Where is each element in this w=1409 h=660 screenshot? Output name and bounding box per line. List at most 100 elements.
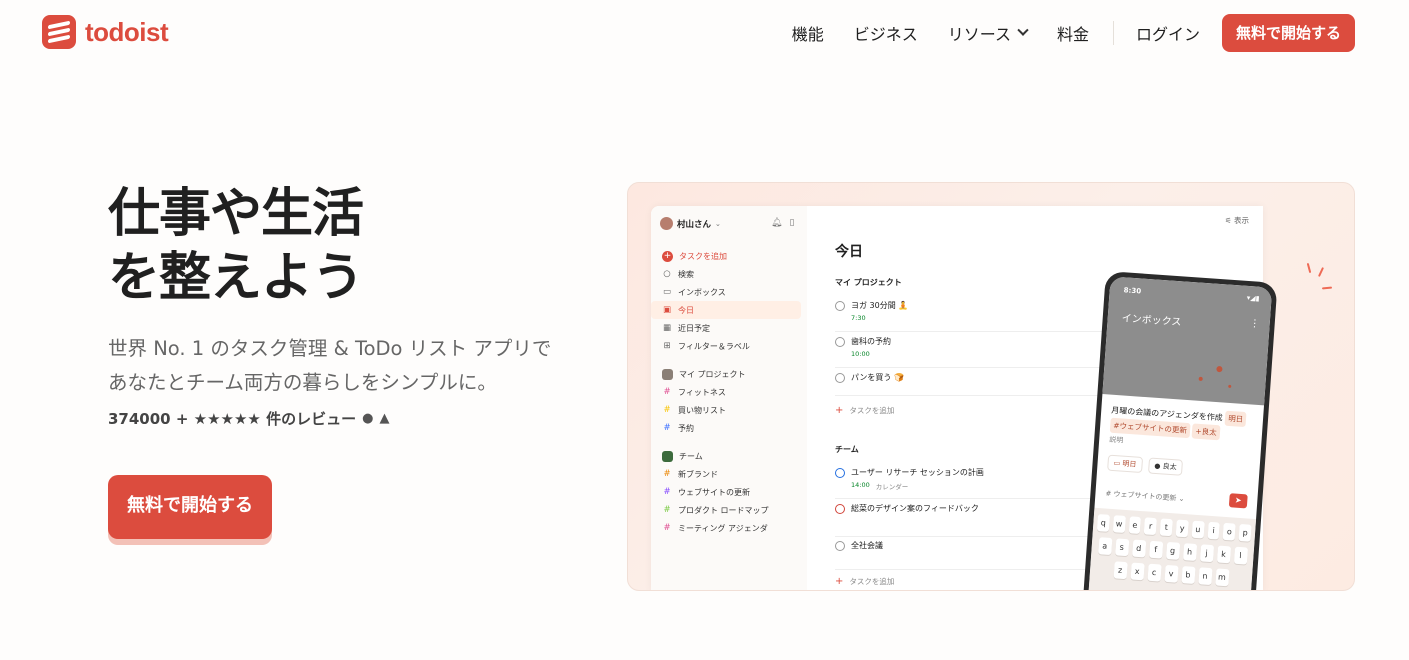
task-row[interactable]: パンを買う 🍞	[835, 372, 1135, 396]
task-row[interactable]: ヨガ 30分間 🧘 7:30	[835, 300, 1135, 332]
task-name: 総菜のデザイン案のフィードバック	[851, 504, 979, 513]
keyboard-key[interactable]: s	[1114, 538, 1129, 557]
sidebar-item-upcoming[interactable]: ▦ 近日予定	[651, 319, 801, 337]
nav-features[interactable]: 機能	[792, 21, 824, 45]
keyboard-key[interactable]: a	[1097, 537, 1112, 556]
task-checkbox[interactable]	[835, 540, 845, 551]
sidebar-project[interactable]: # 新ブランド	[651, 465, 801, 483]
keyboard-key[interactable]: i	[1207, 521, 1221, 540]
site-header: todoist 機能 ビジネス リソース 料金 ログイン 無料で開始する	[0, 0, 1409, 66]
date-chip[interactable]: ▭ 明日	[1107, 454, 1143, 473]
user-menu[interactable]: 村山さん ⌄	[660, 217, 721, 230]
keyboard-key[interactable]: g	[1165, 541, 1180, 560]
keyboard-key[interactable]: v	[1163, 564, 1179, 583]
phone-mockup: 8:30 ▾◢▮ インボックス ⋮ 月曜の会議のアジェンダを作成 明日 #ウェブ…	[1082, 271, 1278, 590]
keyboard-key[interactable]: f	[1148, 540, 1163, 559]
task-checkbox[interactable]	[835, 336, 845, 347]
page-title: 今日	[835, 244, 863, 260]
sidebar-item-label: 新ブランド	[678, 469, 718, 479]
assignee-chip[interactable]: ● 良太	[1147, 457, 1184, 476]
sidebar-project[interactable]: # ウェブサイトの更新	[651, 483, 801, 501]
keyboard-key[interactable]: m	[1214, 568, 1229, 587]
keyboard-key[interactable]: o	[1222, 522, 1236, 541]
keyboard-key[interactable]: c	[1147, 563, 1162, 582]
keyboard-key[interactable]: w	[1112, 515, 1126, 533]
task-name: 歯科の予約	[851, 337, 891, 346]
keyboard-key[interactable]: h	[1182, 543, 1197, 561]
add-task-button[interactable]: + タスクを追加	[835, 405, 894, 416]
inbox-icon: ▭	[662, 287, 672, 297]
keyboard-key[interactable]: l	[1233, 546, 1248, 565]
task-checkbox[interactable]	[835, 467, 845, 478]
nav-business[interactable]: ビジネス	[854, 21, 918, 45]
keyboard-key[interactable]: x	[1130, 562, 1145, 581]
hash-icon: #	[663, 469, 671, 479]
sidebar-item-label: 近日予定	[678, 323, 710, 333]
keyboard-key[interactable]: u	[1191, 520, 1205, 539]
sidebar-item-label: タスクを追加	[679, 251, 727, 261]
keyboard-key[interactable]: b	[1180, 566, 1196, 584]
sidebar-add-task[interactable]: + タスクを追加	[651, 247, 801, 265]
sidebar-item-label: インボックス	[678, 287, 726, 297]
sidebar-item-label: 予約	[678, 423, 694, 433]
sidebar-my-projects[interactable]: マイ プロジェクト	[651, 365, 801, 383]
sidebar-list: + タスクを追加 ○ 検索 ▭ インボックス ▣ 今日 ▦ 近日予定 ⊞ フィルター＆ラベル…	[651, 247, 807, 537]
login-link[interactable]: ログイン	[1136, 21, 1200, 45]
sidebar-project[interactable]: # プロダクト ロードマップ	[651, 501, 801, 519]
task-checkbox[interactable]	[835, 300, 845, 311]
assignee-chip-label: 良太	[1162, 462, 1177, 472]
keyboard-key[interactable]: t	[1159, 518, 1173, 537]
nav-pricing[interactable]: 料金	[1057, 21, 1089, 45]
plus-icon: +	[835, 405, 844, 416]
sidebar-toggle-icon[interactable]: ▯	[789, 218, 794, 228]
sidebar-project[interactable]: # 買い物リスト	[651, 401, 801, 419]
sidebar-item-label: ミーティング アジェンダ	[678, 523, 768, 533]
task-checkbox[interactable]	[835, 503, 845, 514]
keyboard-key[interactable]: y	[1175, 519, 1189, 538]
hero-title-line1: 仕事や生活	[108, 184, 364, 244]
add-task-button[interactable]: + タスクを追加	[835, 576, 894, 587]
keyboard-key[interactable]: n	[1197, 567, 1213, 586]
avatar	[662, 368, 673, 380]
send-button[interactable]: ➤	[1228, 493, 1248, 509]
sidebar-item-label: チーム	[679, 451, 703, 461]
sidebar-project[interactable]: # フィットネス	[651, 383, 801, 401]
keyboard-key[interactable]: q	[1096, 514, 1110, 532]
view-button[interactable]: ⚟ 表示	[1225, 215, 1249, 226]
signup-button-header[interactable]: 無料で開始する	[1221, 14, 1355, 52]
bell-icon[interactable]: 🔔︎	[771, 218, 782, 228]
keyboard-key[interactable]: z	[1113, 561, 1128, 580]
task-time: 14:00	[851, 481, 870, 489]
task-calendar: カレンダー	[875, 483, 909, 491]
android-icon: ▲	[379, 411, 390, 426]
todoist-logo[interactable]: todoist	[42, 15, 169, 49]
keyboard-key[interactable]: k	[1216, 545, 1231, 564]
keyboard-key[interactable]: r	[1144, 517, 1158, 536]
task-name: ヨガ 30分間 🧘	[851, 301, 909, 310]
sidebar-item-filters[interactable]: ⊞ フィルター＆ラベル	[651, 337, 801, 355]
task-row[interactable]: 歯科の予約 10:00	[835, 336, 1135, 368]
sidebar-item-today[interactable]: ▣ 今日	[651, 301, 801, 319]
app-sidebar: 村山さん ⌄ 🔔︎ ▯ + タスクを追加 ○ 検索 ▭ インボックス ▣ 今日 ▦ 近日予…	[651, 206, 807, 590]
date-tag: 明日	[1224, 410, 1247, 428]
chevron-down-icon	[1017, 24, 1029, 36]
sidebar-item-search[interactable]: ○ 検索	[651, 265, 801, 283]
signup-button-hero[interactable]: 無料で開始する	[108, 475, 272, 539]
sidebar-project[interactable]: # 予約	[651, 419, 801, 437]
keyboard-key[interactable]: d	[1131, 539, 1146, 558]
hash-icon: #	[663, 405, 671, 415]
sidebar-item-label: プロダクト ロードマップ	[678, 505, 769, 515]
nav-resources[interactable]: リソース	[948, 21, 1029, 45]
sidebar-item-inbox[interactable]: ▭ インボックス	[651, 283, 801, 301]
keyboard-key[interactable]: e	[1128, 516, 1142, 535]
task-checkbox[interactable]	[835, 372, 845, 383]
keyboard-key[interactable]: p	[1238, 523, 1252, 542]
more-icon[interactable]: ⋮	[1249, 318, 1260, 330]
app-preview-card: 村山さん ⌄ 🔔︎ ▯ + タスクを追加 ○ 検索 ▭ インボックス ▣ 今日 ▦ 近日予…	[627, 182, 1355, 591]
project-selector[interactable]: # ウェブサイトの更新 ⌄	[1105, 489, 1185, 504]
hero-subtitle: 世界 No. 1 のタスク管理 & ToDo リスト アプリで あなたとチーム両…	[108, 332, 578, 400]
sidebar-team[interactable]: チーム	[651, 447, 801, 465]
keyboard-key[interactable]: j	[1199, 544, 1214, 563]
sidebar-project[interactable]: # ミーティング アジェンダ	[651, 519, 801, 537]
hash-icon: #	[663, 487, 671, 497]
